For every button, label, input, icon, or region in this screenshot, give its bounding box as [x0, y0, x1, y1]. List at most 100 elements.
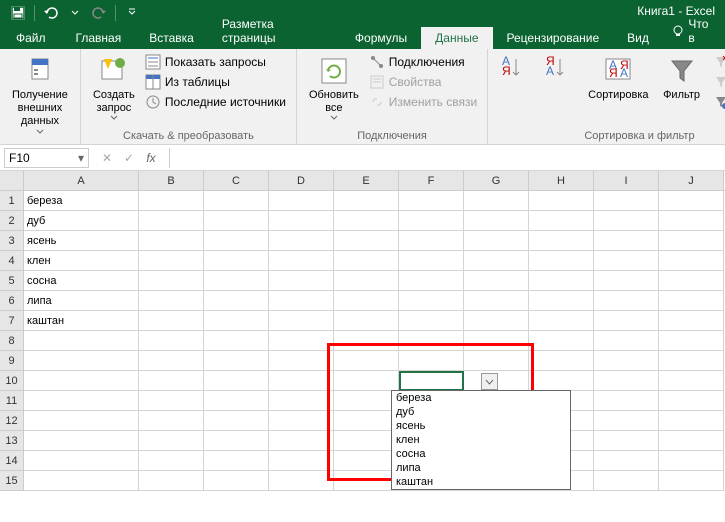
row-header[interactable]: 2 [0, 211, 24, 231]
dropdown-option[interactable]: липа [392, 461, 570, 475]
cell[interactable] [529, 351, 594, 371]
row-header[interactable]: 13 [0, 431, 24, 451]
cell[interactable] [464, 231, 529, 251]
cell[interactable] [529, 291, 594, 311]
get-external-data-button[interactable]: Получение внешних данных [8, 53, 72, 136]
sort-desc-button[interactable]: ЯА [540, 53, 580, 91]
dropdown-option[interactable]: каштан [392, 475, 570, 489]
filter-button[interactable]: Фильтр [657, 53, 707, 104]
cell[interactable] [269, 271, 334, 291]
row-header[interactable]: 15 [0, 471, 24, 491]
cell[interactable] [594, 291, 659, 311]
cell[interactable] [139, 191, 204, 211]
cell[interactable] [659, 471, 724, 491]
dropdown-option[interactable]: клен [392, 433, 570, 447]
cell[interactable] [594, 331, 659, 351]
cell[interactable] [334, 411, 399, 431]
cell[interactable] [139, 251, 204, 271]
cell[interactable] [204, 411, 269, 431]
tell-me-search[interactable]: Что в [663, 13, 725, 49]
cell[interactable] [269, 231, 334, 251]
cell[interactable] [139, 351, 204, 371]
cell[interactable] [269, 451, 334, 471]
row-header[interactable]: 12 [0, 411, 24, 431]
cell[interactable] [334, 291, 399, 311]
cell[interactable] [139, 411, 204, 431]
col-header-e[interactable]: E [334, 171, 399, 190]
cell[interactable] [659, 191, 724, 211]
cell[interactable]: дуб [24, 211, 139, 231]
cell[interactable] [204, 391, 269, 411]
cell[interactable] [269, 291, 334, 311]
col-header-i[interactable]: I [594, 171, 659, 190]
tab-formulas[interactable]: Формулы [341, 27, 421, 49]
cell[interactable]: сосна [24, 271, 139, 291]
sort-asc-button[interactable]: АЯ [496, 53, 536, 91]
cell[interactable] [464, 331, 529, 351]
cell[interactable] [24, 471, 139, 491]
cell[interactable] [269, 351, 334, 371]
undo-dropdown-icon[interactable] [65, 3, 85, 23]
cell[interactable] [529, 331, 594, 351]
tab-home[interactable]: Главная [62, 27, 136, 49]
cell[interactable] [659, 311, 724, 331]
cell[interactable] [464, 271, 529, 291]
cell[interactable] [204, 331, 269, 351]
cell[interactable] [204, 291, 269, 311]
cell[interactable] [139, 291, 204, 311]
cell[interactable] [399, 191, 464, 211]
qat-customize-icon[interactable] [122, 3, 142, 23]
cell[interactable] [204, 431, 269, 451]
row-header[interactable]: 8 [0, 331, 24, 351]
cell[interactable] [659, 451, 724, 471]
cell[interactable] [204, 371, 269, 391]
cell[interactable] [399, 211, 464, 231]
dropdown-option[interactable]: сосна [392, 447, 570, 461]
cell[interactable] [464, 351, 529, 371]
cell[interactable] [269, 371, 334, 391]
dropdown-option[interactable]: ясень [392, 419, 570, 433]
cell[interactable] [139, 451, 204, 471]
cell[interactable] [399, 331, 464, 351]
col-header-h[interactable]: H [529, 171, 594, 190]
cell[interactable] [269, 431, 334, 451]
cell[interactable] [334, 271, 399, 291]
data-validation-dropdown-list[interactable]: береза дуб ясень клен сосна липа каштан [391, 390, 571, 490]
cell[interactable] [464, 191, 529, 211]
refresh-all-button[interactable]: Обновить все [305, 53, 363, 122]
cell[interactable] [204, 451, 269, 471]
cell[interactable] [594, 231, 659, 251]
row-header[interactable]: 6 [0, 291, 24, 311]
recent-sources-button[interactable]: Последние источники [143, 93, 288, 111]
cell[interactable] [529, 311, 594, 331]
cell[interactable] [659, 411, 724, 431]
tab-review[interactable]: Рецензирование [493, 27, 614, 49]
cell[interactable] [204, 211, 269, 231]
cell[interactable] [464, 251, 529, 271]
show-queries-button[interactable]: Показать запросы [143, 53, 288, 71]
cell[interactable] [269, 331, 334, 351]
cell[interactable] [594, 371, 659, 391]
cell[interactable] [594, 391, 659, 411]
cell[interactable] [334, 251, 399, 271]
cell[interactable] [594, 311, 659, 331]
cell[interactable] [269, 251, 334, 271]
undo-icon[interactable] [41, 3, 61, 23]
cell[interactable]: клен [24, 251, 139, 271]
connections-button[interactable]: Подключения [367, 53, 479, 71]
cell[interactable] [399, 311, 464, 331]
cell[interactable] [399, 271, 464, 291]
dropdown-option[interactable]: дуб [392, 405, 570, 419]
cell[interactable]: береза [24, 191, 139, 211]
col-header-b[interactable]: B [139, 171, 204, 190]
cell[interactable] [139, 471, 204, 491]
cell[interactable] [24, 391, 139, 411]
cell[interactable] [204, 311, 269, 331]
cell[interactable] [659, 211, 724, 231]
cell[interactable] [334, 351, 399, 371]
cell[interactable] [269, 391, 334, 411]
dropdown-option[interactable]: береза [392, 391, 570, 405]
cell[interactable] [334, 431, 399, 451]
select-all-corner[interactable] [0, 171, 24, 191]
cell[interactable] [594, 251, 659, 271]
